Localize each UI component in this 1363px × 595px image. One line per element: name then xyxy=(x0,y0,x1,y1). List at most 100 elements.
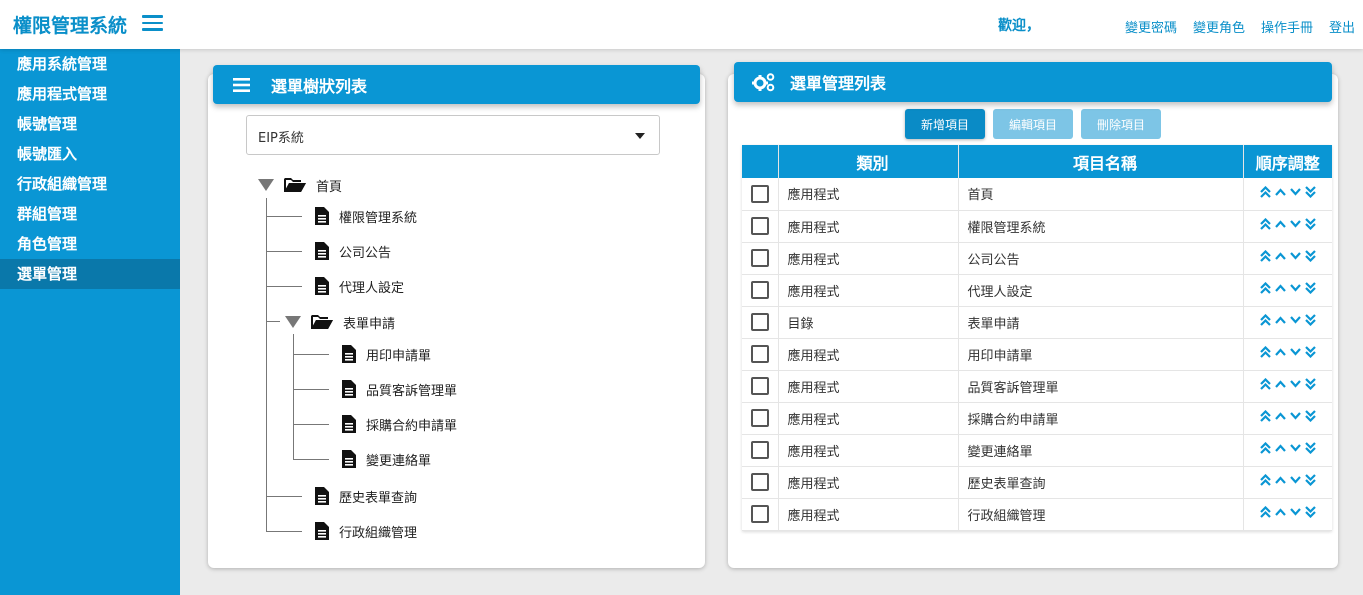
chevron-down-icon[interactable] xyxy=(1289,476,1301,484)
double-chevron-up-icon[interactable] xyxy=(1259,378,1271,390)
double-chevron-down-icon[interactable] xyxy=(1304,185,1316,198)
row-checkbox[interactable] xyxy=(750,313,769,331)
row-checkbox[interactable] xyxy=(750,377,769,395)
chevron-up-icon[interactable] xyxy=(1274,188,1286,196)
manual-link[interactable]: 操作手冊 xyxy=(1261,17,1313,36)
chevron-down-icon[interactable] xyxy=(1289,508,1301,516)
double-chevron-up-icon[interactable] xyxy=(1259,346,1271,358)
double-chevron-down-icon[interactable] xyxy=(1304,314,1316,326)
chevron-down-icon[interactable] xyxy=(1289,252,1301,260)
double-chevron-down-icon[interactable] xyxy=(1304,442,1316,454)
double-chevron-up-icon[interactable] xyxy=(1259,282,1271,294)
logout-link[interactable]: 登出 xyxy=(1329,17,1355,36)
double-chevron-up-icon[interactable] xyxy=(1259,410,1271,422)
row-type: 應用程式 xyxy=(778,466,959,499)
sidebar-item-groups[interactable]: 群組管理 xyxy=(0,199,180,229)
chevron-up-icon[interactable] xyxy=(1274,444,1286,452)
tree-node-root[interactable]: 首頁 xyxy=(258,173,342,197)
row-type: 應用程式 xyxy=(778,338,959,371)
table-row: 應用程式 用印申請單 xyxy=(742,338,1332,371)
row-name: 歷史表單查詢 xyxy=(958,466,1244,499)
tree-node[interactable]: 代理人設定 xyxy=(315,274,404,298)
sidebar-item-org[interactable]: 行政組織管理 xyxy=(0,169,180,199)
sidebar-item-applications[interactable]: 應用程式管理 xyxy=(0,79,180,109)
sidebar-item-menus[interactable]: 選單管理 xyxy=(0,259,180,289)
chevron-up-icon[interactable] xyxy=(1274,380,1286,388)
row-checkbox[interactable] xyxy=(750,505,769,523)
collapse-toggle-icon[interactable] xyxy=(258,179,274,191)
tree-line xyxy=(293,459,329,460)
chevron-down-icon[interactable] xyxy=(1289,348,1301,356)
row-checkbox[interactable] xyxy=(750,184,769,203)
chevron-up-icon[interactable] xyxy=(1274,348,1286,356)
row-checkbox[interactable] xyxy=(750,249,769,267)
menu-toggle-icon[interactable] xyxy=(142,15,163,31)
row-checkbox[interactable] xyxy=(750,473,769,491)
chevron-up-icon[interactable] xyxy=(1274,508,1286,516)
chevron-down-icon[interactable] xyxy=(1289,380,1301,388)
table-header-row: 類別 項目名稱 順序調整 xyxy=(742,145,1332,178)
double-chevron-up-icon[interactable] xyxy=(1259,506,1271,518)
table-row: 應用程式 權限管理系統 xyxy=(742,210,1332,243)
double-chevron-down-icon[interactable] xyxy=(1304,218,1316,230)
double-chevron-up-icon[interactable] xyxy=(1259,218,1271,230)
tree-line xyxy=(266,251,302,252)
chevron-down-icon[interactable] xyxy=(1289,188,1301,196)
double-chevron-up-icon[interactable] xyxy=(1259,474,1271,486)
change-role-link[interactable]: 變更角色 xyxy=(1193,17,1245,36)
double-chevron-up-icon[interactable] xyxy=(1259,250,1271,262)
tree-node[interactable]: 行政組織管理 xyxy=(315,519,417,543)
tree-node-folder[interactable]: 表單申請 xyxy=(285,310,395,334)
chevron-up-icon[interactable] xyxy=(1274,412,1286,420)
tree-line xyxy=(293,334,294,459)
chevron-up-icon[interactable] xyxy=(1274,284,1286,292)
tree-node[interactable]: 變更連絡單 xyxy=(342,447,431,471)
tree-node[interactable]: 採購合約申請單 xyxy=(342,412,457,436)
tree-node[interactable]: 品質客訴管理單 xyxy=(342,377,457,401)
chevron-up-icon[interactable] xyxy=(1274,252,1286,260)
double-chevron-up-icon[interactable] xyxy=(1259,185,1271,198)
add-item-button[interactable]: 新增項目 xyxy=(905,109,985,139)
double-chevron-up-icon[interactable] xyxy=(1259,314,1271,326)
delete-item-button[interactable]: 刪除項目 xyxy=(1081,109,1161,139)
double-chevron-down-icon[interactable] xyxy=(1304,410,1316,422)
tree-panel-title: 選單樹狀列表 xyxy=(271,76,368,96)
tree-node-label: 品質客訴管理單 xyxy=(366,383,458,399)
sidebar-item-app-systems[interactable]: 應用系統管理 xyxy=(0,49,180,79)
sidebar-item-accounts[interactable]: 帳號管理 xyxy=(0,109,180,139)
chevron-up-icon[interactable] xyxy=(1274,316,1286,324)
sidebar-item-account-import[interactable]: 帳號匯入 xyxy=(0,139,180,169)
chevron-up-icon[interactable] xyxy=(1274,220,1286,228)
row-checkbox[interactable] xyxy=(750,345,769,363)
system-select[interactable]: EIP系統 xyxy=(246,115,660,155)
row-checkbox[interactable] xyxy=(750,281,769,299)
sidebar-item-roles[interactable]: 角色管理 xyxy=(0,229,180,259)
row-checkbox[interactable] xyxy=(750,217,769,235)
tree-node-label: 變更連絡單 xyxy=(366,453,432,469)
double-chevron-up-icon[interactable] xyxy=(1259,442,1271,454)
chevron-down-icon[interactable] xyxy=(1289,284,1301,292)
edit-item-button[interactable]: 編輯項目 xyxy=(993,109,1073,139)
chevron-down-icon[interactable] xyxy=(1289,444,1301,452)
tree-node[interactable]: 權限管理系統 xyxy=(315,204,417,228)
tree-node[interactable]: 歷史表單查詢 xyxy=(315,484,417,508)
collapse-toggle-icon[interactable] xyxy=(285,316,301,328)
chevron-up-icon[interactable] xyxy=(1274,476,1286,484)
file-icon xyxy=(315,277,329,295)
tree-node[interactable]: 公司公告 xyxy=(315,239,391,263)
double-chevron-down-icon[interactable] xyxy=(1304,250,1316,262)
double-chevron-down-icon[interactable] xyxy=(1304,378,1316,390)
chevron-down-icon[interactable] xyxy=(1289,316,1301,324)
change-password-link[interactable]: 變更密碼 xyxy=(1125,17,1177,36)
chevron-down-icon[interactable] xyxy=(1289,220,1301,228)
row-checkbox[interactable] xyxy=(750,441,769,459)
system-select-value: EIP系統 xyxy=(258,131,304,146)
double-chevron-down-icon[interactable] xyxy=(1304,282,1316,294)
tree-node[interactable]: 用印申請單 xyxy=(342,342,431,366)
double-chevron-down-icon[interactable] xyxy=(1304,474,1316,486)
row-checkbox[interactable] xyxy=(750,409,769,427)
chevron-down-icon[interactable] xyxy=(1289,412,1301,420)
row-type: 應用程式 xyxy=(778,274,959,307)
double-chevron-down-icon[interactable] xyxy=(1304,346,1316,358)
double-chevron-down-icon[interactable] xyxy=(1304,506,1316,518)
